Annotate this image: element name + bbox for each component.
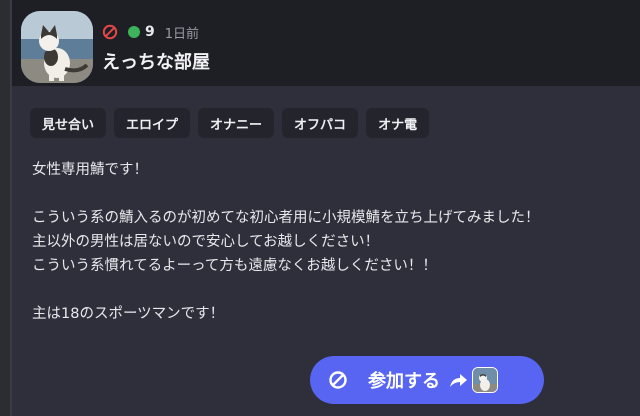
- posted-time: 1日前: [164, 26, 200, 42]
- server-description: 女性専用鯖です！ こういう系の鯖入るのが初めてな初心者用に小規模鯖を立ち上げてみ…: [32, 158, 640, 326]
- cat-photo-icon: [21, 11, 93, 83]
- join-button-label: 参加する: [368, 371, 440, 392]
- tag-item[interactable]: エロイプ: [114, 108, 191, 138]
- tag-list: 見せ合い エロイプ オナニー オフパコ オナ電: [30, 108, 430, 138]
- join-button[interactable]: 参加する: [310, 356, 544, 404]
- tag-item[interactable]: オフパコ: [282, 108, 359, 138]
- server-mini-avatar: [472, 367, 498, 393]
- description-line: [32, 278, 640, 302]
- server-card: 9 1日前 えっちな部屋 見せ合い エロイプ オナニー オフパコ オナ電 女性専…: [10, 0, 640, 416]
- online-status: 9: [128, 24, 155, 40]
- ban-icon: [102, 24, 118, 40]
- online-count: 9: [145, 24, 155, 40]
- tag-item[interactable]: オナ電: [366, 108, 430, 138]
- tag-item[interactable]: オナニー: [198, 108, 275, 138]
- server-name[interactable]: えっちな部屋: [102, 48, 210, 74]
- description-line: 主以外の男性は居ないので安心してお越しください！: [32, 234, 380, 250]
- share-arrow-icon: [450, 374, 467, 387]
- server-meta: 9 1日前: [102, 22, 199, 42]
- description-line: こういう系慣れてるよーって方も遠慮なくお越しください！！: [32, 258, 437, 274]
- ban-icon: [329, 371, 347, 389]
- description-line: [32, 182, 640, 206]
- online-dot-icon: [128, 26, 140, 38]
- description-line: こういう系の鯖入るのが初めてな初心者用に小規模鯖を立ち上げてみました！: [32, 210, 540, 226]
- description-line: 女性専用鯖です！: [32, 162, 148, 178]
- cat-photo-icon: [473, 368, 497, 392]
- tag-item[interactable]: 見せ合い: [30, 108, 107, 138]
- description-line: 主は18のスポーツマンです！: [32, 306, 225, 322]
- server-avatar[interactable]: [18, 8, 96, 86]
